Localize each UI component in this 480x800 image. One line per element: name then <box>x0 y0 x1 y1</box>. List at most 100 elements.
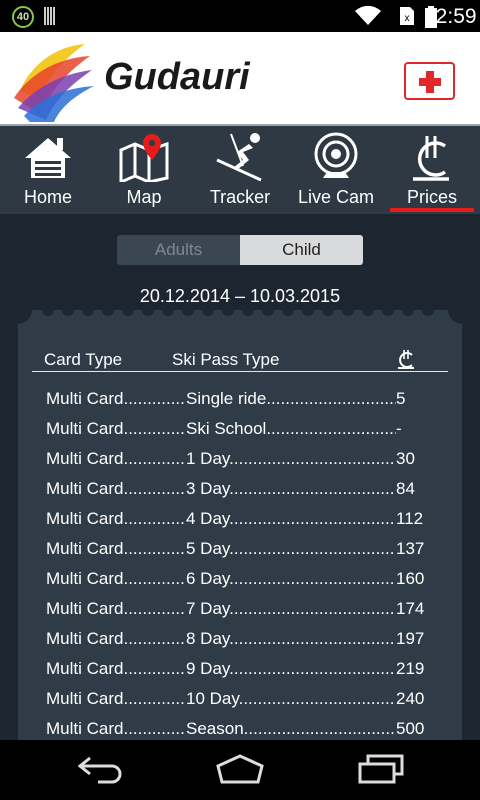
row-card-type: Multi Card..............................… <box>46 689 186 709</box>
row-ski-pass-type: Season..................................… <box>186 719 396 739</box>
system-nav-bar <box>0 740 480 800</box>
row-price: 197 <box>396 629 425 648</box>
row-leader-dots: ........................................… <box>123 629 186 648</box>
table-row: Multi Card..............................… <box>46 717 446 740</box>
row-leader-dots: ........................................… <box>123 479 186 498</box>
price-list: Multi Card..............................… <box>46 387 446 740</box>
row-leader-dots: ........................................… <box>123 509 186 528</box>
row-ski-pass-type: 6 Day...................................… <box>186 569 396 589</box>
row-leader-dots: ........................................… <box>123 689 186 708</box>
row-price: 5 <box>396 389 406 408</box>
row-leader-dots: ........................................… <box>266 389 396 408</box>
status-bar: 40 x 12:59 <box>0 0 480 32</box>
row-leader-dots: ........................................… <box>229 449 396 468</box>
row-ski-pass-type: 8 Day...................................… <box>186 629 396 649</box>
lari-currency-icon <box>413 136 449 181</box>
row-leader-dots: ........................................… <box>123 599 186 618</box>
table-row: Multi Card..............................… <box>46 627 446 657</box>
row-card-type: Multi Card..............................… <box>46 449 186 469</box>
nav-label: Tracker <box>209 187 271 207</box>
row-leader-dots: ........................................… <box>229 659 396 678</box>
age-segmented-control: Adults Child <box>117 235 363 265</box>
row-leader-dots: ........................................… <box>229 509 396 528</box>
table-row: Multi Card..............................… <box>46 597 446 627</box>
home-outline-icon[interactable] <box>216 754 264 784</box>
table-header: Card Type Ski Pass Type <box>44 348 448 372</box>
nav-label: Home <box>23 187 72 207</box>
row-leader-dots: ........................................… <box>266 419 396 438</box>
row-leader-dots: ........................................… <box>123 719 186 738</box>
nav-label: Prices <box>406 187 457 207</box>
row-leader-dots: ........................................… <box>229 629 396 648</box>
header-divider <box>32 371 448 372</box>
nav-home[interactable]: Home <box>0 126 96 214</box>
row-card-type: Multi Card..............................… <box>46 719 186 739</box>
notification-badge-icon: 40 <box>12 6 34 28</box>
row-card-type: Multi Card..............................… <box>46 539 186 559</box>
row-leader-dots: ........................................… <box>243 719 396 738</box>
header-ski-pass-type: Ski Pass Type <box>172 350 280 369</box>
gudauri-logo-icon <box>14 44 94 122</box>
row-price: 160 <box>396 569 425 588</box>
tab-adults[interactable]: Adults <box>117 235 240 265</box>
row-card-type: Multi Card..............................… <box>46 389 186 409</box>
table-row: Multi Card..............................… <box>46 447 446 477</box>
row-price: 30 <box>396 449 415 468</box>
row-leader-dots: ........................................… <box>123 449 186 468</box>
nav-label: Map <box>126 187 162 207</box>
row-card-type: Multi Card..............................… <box>46 569 186 589</box>
table-row: Multi Card..............................… <box>46 657 446 687</box>
nav-map[interactable]: Map <box>96 126 192 214</box>
row-price: - <box>396 419 402 438</box>
row-ski-pass-type: 5 Day...................................… <box>186 539 396 559</box>
svg-text:x: x <box>405 13 410 24</box>
prices-content: Adults Child 20.12.2014 – 10.03.2015 Car… <box>0 214 480 740</box>
row-leader-dots: ........................................… <box>123 569 186 588</box>
table-row: Multi Card..............................… <box>46 507 446 537</box>
row-ski-pass-type: 7 Day...................................… <box>186 599 396 619</box>
table-row: Multi Card..............................… <box>46 417 446 447</box>
row-card-type: Multi Card..............................… <box>46 509 186 529</box>
nav-prices[interactable]: Prices <box>384 126 480 214</box>
brand-name: Gudauri <box>104 56 250 98</box>
table-row: Multi Card..............................… <box>46 567 446 597</box>
row-leader-dots: ........................................… <box>123 389 186 408</box>
row-card-type: Multi Card..............................… <box>46 659 186 679</box>
row-ski-pass-type: 1 Day...................................… <box>186 449 396 469</box>
recent-apps-icon[interactable] <box>358 754 404 784</box>
season-dates: 20.12.2014 – 10.03.2015 <box>139 286 341 306</box>
map-pin-icon <box>119 134 169 182</box>
row-ski-pass-type: 9 Day...................................… <box>186 659 396 679</box>
nav-label: Live Cam <box>297 187 375 207</box>
no-sim-icon: x <box>400 7 414 25</box>
row-leader-dots: ........................................… <box>229 569 396 588</box>
nav-live-cam[interactable]: Live Cam <box>288 126 384 214</box>
nav-tracker[interactable]: Tracker <box>192 126 288 214</box>
row-leader-dots: ........................................… <box>238 689 396 708</box>
row-price: 112 <box>396 509 424 528</box>
wifi-icon <box>355 6 381 25</box>
row-card-type: Multi Card..............................… <box>46 599 186 619</box>
row-ski-pass-type: Single ride.............................… <box>186 389 396 409</box>
back-icon[interactable] <box>78 754 122 784</box>
row-price: 500 <box>396 719 425 738</box>
tab-child[interactable]: Child <box>240 235 363 265</box>
active-tab-indicator <box>390 208 474 212</box>
barcode-icon <box>44 7 60 25</box>
row-price: 174 <box>396 599 425 618</box>
row-leader-dots: ........................................… <box>123 539 186 558</box>
first-aid-button[interactable] <box>404 62 455 100</box>
row-price: 137 <box>396 539 425 558</box>
row-ski-pass-type: 3 Day...................................… <box>186 479 396 499</box>
row-leader-dots: ........................................… <box>123 419 186 438</box>
row-card-type: Multi Card..............................… <box>46 419 186 439</box>
header-card-type: Card Type <box>44 350 123 369</box>
home-icon <box>25 138 71 178</box>
row-ski-pass-type: 10 Day..................................… <box>186 689 396 709</box>
row-card-type: Multi Card..............................… <box>46 479 186 499</box>
skier-icon <box>216 133 262 182</box>
row-card-type: Multi Card..............................… <box>46 629 186 649</box>
row-leader-dots: ........................................… <box>123 659 186 678</box>
row-leader-dots: ........................................… <box>229 479 396 498</box>
row-leader-dots: ........................................… <box>229 599 396 618</box>
